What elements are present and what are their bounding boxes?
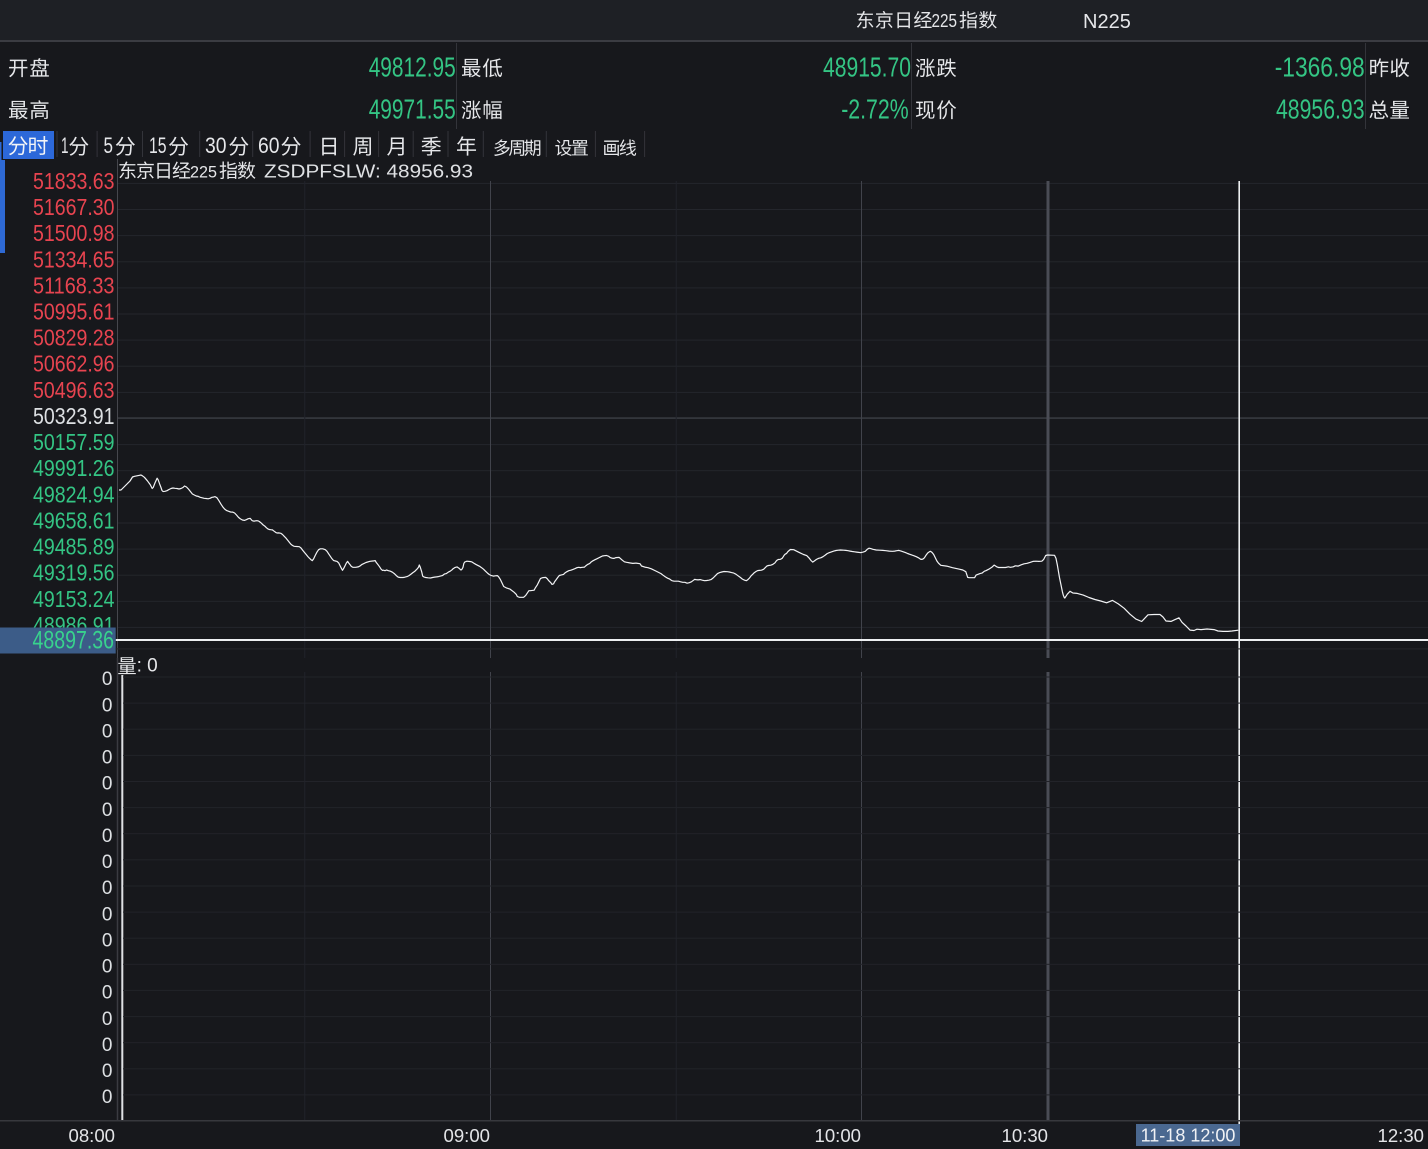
svg-text:51667.30: 51667.30 (33, 194, 115, 220)
svg-text:ZSDPFSLW: 48956.93: ZSDPFSLW: 48956.93 (264, 161, 473, 182)
svg-text:51168.33: 51168.33 (33, 272, 115, 298)
svg-text:49812.95: 49812.95 (369, 51, 456, 82)
svg-text:0: 0 (102, 826, 113, 847)
svg-text:0: 0 (102, 721, 113, 742)
svg-text:50323.91: 50323.91 (33, 403, 115, 429)
svg-text:49991.26: 49991.26 (33, 455, 115, 481)
svg-text:: 0: : 0 (137, 656, 158, 677)
svg-text:48897.36: 48897.36 (33, 627, 115, 655)
svg-text:51334.65: 51334.65 (33, 246, 115, 272)
svg-text:08:00: 08:00 (69, 1126, 116, 1146)
svg-text:50829.28: 50829.28 (33, 325, 115, 351)
svg-text:0: 0 (102, 1087, 113, 1108)
svg-text:51833.63: 51833.63 (33, 168, 115, 194)
svg-text:5: 5 (104, 133, 114, 158)
svg-text:0: 0 (102, 904, 113, 925)
svg-text:225: 225 (932, 11, 958, 31)
svg-text:0: 0 (102, 669, 113, 690)
svg-text:10:30: 10:30 (1002, 1126, 1049, 1146)
svg-text:0: 0 (102, 878, 113, 899)
svg-text:50157.59: 50157.59 (33, 429, 115, 455)
svg-text:0: 0 (102, 695, 113, 716)
svg-text:50662.96: 50662.96 (33, 351, 115, 377)
svg-text:09:00: 09:00 (444, 1126, 491, 1146)
svg-text:0: 0 (102, 748, 113, 769)
svg-text:225: 225 (190, 163, 217, 182)
svg-text:0: 0 (102, 1009, 113, 1030)
svg-text:50496.63: 50496.63 (33, 377, 115, 403)
svg-text:-2.72%: -2.72% (841, 93, 909, 124)
svg-text:48915.70: 48915.70 (823, 51, 911, 82)
svg-text:49153.24: 49153.24 (33, 586, 115, 612)
svg-text:60: 60 (258, 133, 280, 158)
svg-text:0: 0 (102, 930, 113, 951)
svg-text:-1366.98: -1366.98 (1275, 51, 1365, 82)
svg-text:49485.89: 49485.89 (33, 534, 115, 560)
svg-text:0: 0 (102, 983, 113, 1004)
svg-text:0: 0 (102, 774, 113, 795)
svg-text:49971.55: 49971.55 (369, 93, 456, 124)
svg-text:0: 0 (102, 1061, 113, 1082)
svg-text:50995.61: 50995.61 (33, 299, 115, 325)
svg-text:48956.93: 48956.93 (1276, 93, 1365, 124)
svg-text:0: 0 (102, 1035, 113, 1056)
svg-text:49319.56: 49319.56 (33, 560, 115, 586)
svg-text:51500.98: 51500.98 (33, 220, 115, 246)
svg-text:15: 15 (149, 133, 167, 158)
svg-text:10:00: 10:00 (815, 1126, 862, 1146)
svg-text:0: 0 (102, 852, 113, 873)
svg-text:49658.61: 49658.61 (33, 508, 115, 534)
svg-text:0: 0 (102, 957, 113, 978)
svg-text:N225: N225 (1083, 11, 1131, 33)
svg-text:30: 30 (205, 133, 227, 158)
svg-text:0: 0 (102, 800, 113, 821)
svg-text:49824.94: 49824.94 (33, 481, 115, 507)
svg-text:11-18 12:00: 11-18 12:00 (1141, 1126, 1236, 1146)
svg-text:12:30: 12:30 (1378, 1126, 1425, 1146)
svg-text:1: 1 (61, 133, 69, 158)
